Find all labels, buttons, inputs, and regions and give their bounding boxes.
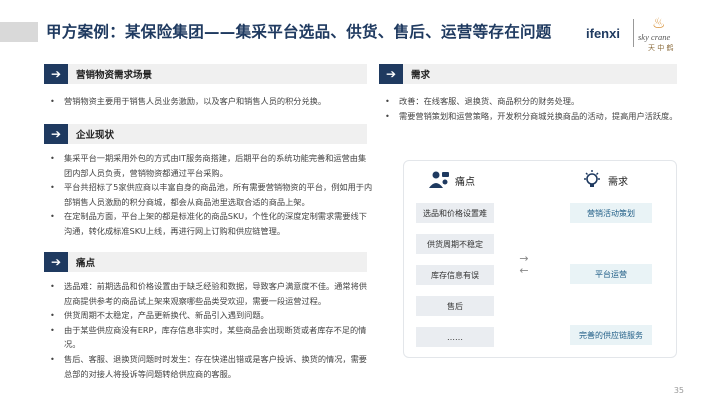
pain-column-title: 痛点 [455,176,475,188]
bullet-item: 营销物资主要用于销售人员业务激励，以及客户和销售人员的积分兑换。 [44,94,374,109]
page-title: 甲方案例：某保险集团——集采平台选品、供货、售后、运营等存在问题 [46,23,552,41]
bullet-item: 改善：在线客服、退换货、商品积分的财务处理。 [379,94,684,109]
lightbulb-icon [581,169,603,191]
section-header-scene: ➔ 营销物资需求场景 [44,64,367,84]
need-column-header: 需求 [581,169,628,191]
logo-divider [633,19,634,47]
section-header-pain: ➔ 痛点 [44,252,367,272]
skycrane-logo: ♨ sky crane 天 中 鹤 [638,14,708,54]
arrow-right-icon: ➔ [44,252,68,272]
exchange-arrows-icon: → ← [519,252,529,277]
crane-flame-icon: ♨ [652,14,666,32]
bullet-item: 由于某些供应商没有ERP，库存信息非实时，某些商品会出现断货或者库存不足的情况。 [44,323,374,352]
bullet-item: 在定制品方面，平台上架的都是标准化的商品SKU，个性化的深度定制需求需要线下沟通… [44,209,374,238]
pain-item-box: 库存信息有误 [416,265,494,285]
users-group-icon [428,169,450,191]
arrow-right-icon: ➔ [44,124,68,144]
bullet-item: 需要营销策划和运营策略，开发积分商城兑换商品的活动，提高用户活跃度。 [379,109,684,124]
bullet-list-current: 集采平台一期采用外包的方式由IT服务商搭建，后期平台的系统功能完善和运营由集团内… [44,151,374,239]
pain-item-box: 供货周期不稳定 [416,234,494,254]
need-item-box: 营销活动策划 [570,203,652,223]
bullet-list-pain: 选品难：前期选品和价格设置由于缺乏经验和数据，导致客户满意度不佳。通常将供应商提… [44,279,374,381]
skycrane-logo-cn: 天 中 鹤 [648,44,674,52]
bullet-item: 供货周期不太稳定，产品更新换代、新品引入遇到问题。 [44,308,374,323]
need-item-box: 平台运营 [570,264,652,284]
section-header-need: ➔ 需求 [379,64,677,84]
section-label-scene: 营销物资需求场景 [76,70,153,81]
bullet-item: 平台共招标了5家供应商以丰富自身的商品池，所有需要营销物资的平台，例如用于内部销… [44,180,374,209]
pain-item-box: 选品和价格设置难 [416,203,494,223]
arrow-right-icon: ➔ [44,64,68,84]
section-header-current: ➔ 企业现状 [44,124,367,144]
skycrane-logo-text: sky crane [638,32,671,42]
bullet-list-scene: 营销物资主要用于销售人员业务激励，以及客户和销售人员的积分兑换。 [44,94,374,109]
bullet-item: 售后、客服、退换货问题时时发生：存在快递出错或是客户投诉、换货的情况，需要总部的… [44,352,374,381]
title-accent-bar [0,22,38,42]
pain-column-header: 痛点 [428,169,475,191]
bullet-item: 集采平台一期采用外包的方式由IT服务商搭建，后期平台的系统功能完善和运营由集团内… [44,151,374,180]
bullet-item: 选品难：前期选品和价格设置由于缺乏经验和数据，导致客户满意度不佳。通常将供应商提… [44,279,374,308]
section-label-pain: 痛点 [76,258,96,269]
arrow-right-icon: ➔ [379,64,403,84]
section-label-current: 企业现状 [76,130,115,141]
bullet-list-need: 改善：在线客服、退换货、商品积分的财务处理。 需要营销策划和运营策略，开发积分商… [379,94,684,123]
ifenxi-logo: ifenxi [586,26,620,41]
section-label-need: 需求 [411,70,431,81]
need-column-title: 需求 [608,176,628,188]
page-number: 35 [673,386,684,395]
pain-item-box: …… [416,327,494,347]
pain-item-box: 售后 [416,296,494,316]
need-item-box: 完善的供应链服务 [570,325,652,345]
